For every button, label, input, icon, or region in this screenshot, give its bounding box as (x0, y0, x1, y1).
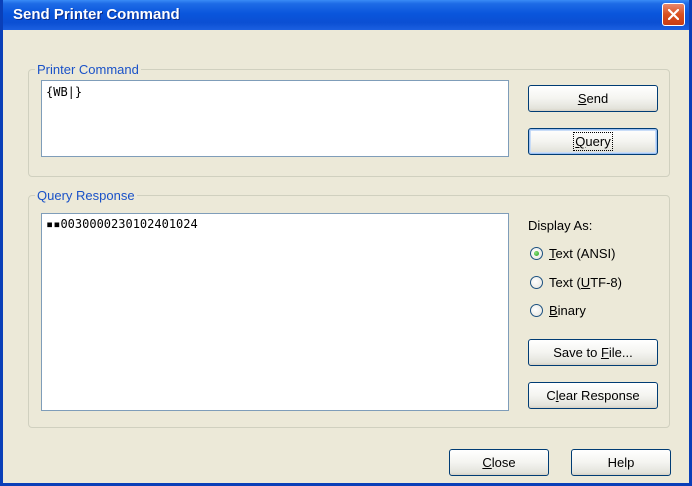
help-button[interactable]: Help (571, 449, 671, 476)
window-close-button[interactable] (662, 3, 685, 26)
printer-command-input[interactable]: {WB|} (41, 80, 509, 157)
title-bar[interactable]: Send Printer Command (3, 0, 689, 30)
save-to-file-button-label: Save to File... (553, 345, 633, 360)
send-button[interactable]: Send (528, 85, 658, 112)
radio-text-utf8-label: Text (UTF-8) (549, 275, 622, 290)
radio-icon (530, 276, 543, 289)
close-icon (668, 9, 679, 20)
printer-command-value: {WB|} (46, 85, 83, 99)
radio-text-ansi-label: Text (ANSI) (549, 246, 616, 261)
query-button[interactable]: Query (528, 128, 658, 155)
clear-response-button[interactable]: Clear Response (528, 382, 658, 409)
close-button[interactable]: Close (449, 449, 549, 476)
radio-selected-dot (534, 251, 539, 256)
query-response-output[interactable]: ▪▪0030000230102401024 (41, 213, 509, 411)
query-response-group-label: Query Response (37, 188, 135, 203)
radio-icon (530, 304, 543, 317)
send-button-label: Send (577, 91, 609, 106)
clear-response-button-label: Clear Response (546, 388, 640, 403)
query-button-label: Query (573, 132, 613, 151)
window-title: Send Printer Command (13, 6, 180, 23)
save-to-file-button[interactable]: Save to File... (528, 339, 658, 366)
radio-icon (530, 247, 543, 260)
radio-binary-label: Binary (549, 303, 586, 318)
printer-command-group-label: Printer Command (37, 62, 139, 77)
help-button-label: Help (607, 455, 635, 470)
close-button-label: Close (482, 455, 516, 470)
query-response-value: ▪▪0030000230102401024 (46, 217, 198, 231)
display-as-label: Display As: (528, 218, 593, 233)
